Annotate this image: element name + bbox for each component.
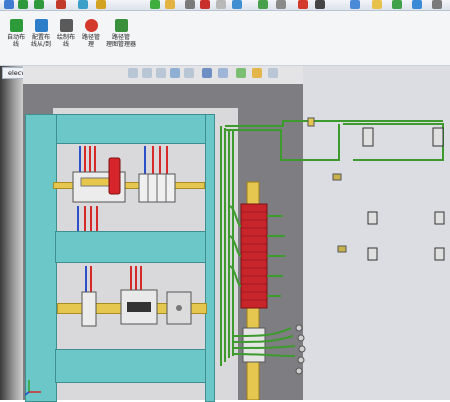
wiring-drawing: [72, 117, 445, 400]
connector-part: [362, 127, 374, 147]
terminal-block: [81, 291, 97, 327]
auto-route-button[interactable]: 自动布 线: [3, 19, 29, 65]
folder-icon[interactable]: [165, 0, 175, 9]
button-label: 配置布: [31, 34, 50, 41]
component-icon[interactable]: [185, 0, 195, 9]
connector-part: [434, 247, 445, 261]
terminal-strip: [240, 203, 268, 309]
view-orientation-icon[interactable]: [202, 68, 212, 78]
feature-tree-panel[interactable]: [0, 66, 23, 400]
switch-label: [80, 177, 112, 187]
tool-icon[interactable]: [276, 0, 286, 9]
button-label: 自动布: [6, 34, 25, 41]
green-cable: [343, 123, 444, 161]
ribbon: 自动布 线 配置布 线从/到 绘制布 线 路径管 理 路径管 理图管理器: [0, 11, 450, 66]
connector-part: [434, 211, 445, 225]
settings-icon[interactable]: [432, 0, 442, 9]
route-manage-button[interactable]: 路径管 理: [78, 19, 104, 65]
home-icon[interactable]: [350, 0, 360, 9]
zoom-fit-icon[interactable]: [128, 68, 138, 78]
connector-part: [367, 211, 378, 225]
top-toolbar: [0, 0, 450, 11]
button-label: 路径管: [81, 34, 100, 41]
dot-icon[interactable]: [315, 0, 325, 9]
bookmark-icon[interactable]: [96, 0, 106, 9]
zoom-area-icon[interactable]: [142, 68, 152, 78]
graphics-viewport[interactable]: [23, 66, 450, 402]
settings-icon[interactable]: [268, 68, 278, 78]
record-icon[interactable]: [200, 0, 210, 9]
connector: [298, 345, 306, 353]
play-icon[interactable]: [34, 0, 44, 9]
draw-route-button[interactable]: 绘制布 线: [53, 19, 79, 65]
stop-icon[interactable]: [56, 0, 66, 9]
route-manager-button[interactable]: 路径管 理图管理器: [104, 19, 138, 65]
appearance-icon[interactable]: [236, 68, 246, 78]
button-label: 线从/到: [30, 41, 52, 48]
button-label: 绘制布: [56, 34, 75, 41]
button-label: 理: [87, 41, 94, 48]
check-icon[interactable]: [78, 0, 88, 9]
connector: [297, 334, 305, 342]
green-cable: [228, 205, 242, 227]
route-manager-icon: [114, 19, 128, 32]
arrow-icon[interactable]: [232, 0, 242, 9]
connector-part: [337, 245, 347, 253]
connector-part: [332, 173, 342, 181]
button-label: 理图管理器: [105, 41, 136, 48]
switch-handle: [108, 157, 121, 195]
connector: [297, 356, 305, 364]
display-style-icon[interactable]: [218, 68, 228, 78]
connector: [295, 324, 303, 332]
lower-terminal-strip: [242, 327, 266, 363]
arrow-icon[interactable]: [258, 0, 268, 9]
configure-route-icon: [34, 19, 48, 32]
green-cable: [225, 124, 340, 161]
section-view-icon[interactable]: [170, 68, 180, 78]
record-icon[interactable]: [298, 0, 308, 9]
arrow-icon[interactable]: [150, 0, 160, 9]
folder-icon[interactable]: [372, 0, 382, 9]
auto-route-icon: [9, 19, 23, 32]
button-label: 线: [12, 41, 19, 48]
axis-triad-icon: [25, 380, 41, 396]
route-manage-icon: [84, 19, 98, 32]
shape-icon[interactable]: [216, 0, 226, 9]
rotate-icon[interactable]: [184, 68, 194, 78]
play-icon[interactable]: [18, 0, 28, 9]
up-arrow-icon[interactable]: [392, 0, 402, 9]
green-cable: [228, 265, 242, 287]
down-arrow-icon[interactable]: [412, 0, 422, 9]
previous-view-icon[interactable]: [156, 68, 166, 78]
contactor-face: [127, 302, 151, 312]
button-label: 线: [62, 41, 69, 48]
save-icon[interactable]: [4, 0, 14, 9]
green-cable: [228, 235, 242, 257]
connector-part: [307, 117, 315, 127]
configure-route-button[interactable]: 配置布 线从/到: [28, 19, 54, 65]
draw-route-icon: [59, 19, 73, 32]
scene-icon[interactable]: [252, 68, 262, 78]
green-cable: [232, 353, 296, 357]
connector-part: [432, 127, 444, 147]
connector: [295, 367, 303, 375]
connector-part: [367, 247, 378, 261]
button-label: 路径管: [111, 34, 130, 41]
